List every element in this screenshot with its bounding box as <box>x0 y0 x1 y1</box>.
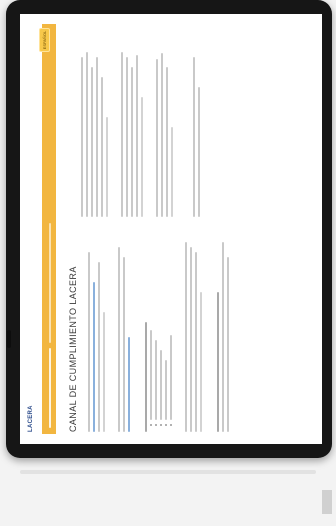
text-line <box>106 117 108 217</box>
list-item <box>165 227 167 426</box>
left-column: CANAL DE CUMPLIMIENTO LACERA <box>64 227 232 432</box>
text-line <box>150 330 152 420</box>
language-badge[interactable]: ESPAÑOL <box>39 28 50 52</box>
text-line <box>98 262 100 432</box>
text-line <box>156 59 158 217</box>
banner-link[interactable] <box>47 222 52 434</box>
site-header: LACERA <box>20 14 42 444</box>
text-line <box>155 340 157 420</box>
text-line <box>195 252 197 432</box>
text-line <box>222 242 224 432</box>
bullet-dot <box>170 424 172 426</box>
list-item <box>155 227 157 426</box>
text-line <box>193 57 195 217</box>
text-line <box>185 242 187 432</box>
bullet-dot <box>160 424 162 426</box>
link-line[interactable] <box>93 282 95 432</box>
text-line <box>121 52 123 217</box>
text-line <box>171 127 173 217</box>
web-page: LACERA ESPAÑOL CANAL DE CUMPLIMIENTO LAC… <box>20 14 322 444</box>
text-line <box>165 360 167 420</box>
tablet-device: LACERA ESPAÑOL CANAL DE CUMPLIMIENTO LAC… <box>6 0 332 458</box>
text-line <box>170 335 172 420</box>
link-line[interactable] <box>128 337 130 432</box>
text-line <box>96 57 98 217</box>
text-line <box>103 312 105 432</box>
list-item <box>170 227 172 426</box>
text-line <box>166 67 168 217</box>
text-line <box>190 247 192 432</box>
tablet-screen: LACERA ESPAÑOL CANAL DE CUMPLIMIENTO LAC… <box>20 14 322 444</box>
background-object <box>322 490 332 514</box>
text-line <box>227 257 229 432</box>
site-logo[interactable]: LACERA <box>28 405 34 432</box>
text-line <box>81 57 83 217</box>
text-line <box>101 77 103 217</box>
list-item <box>160 227 162 426</box>
text-line <box>118 247 120 432</box>
subheading-line <box>145 322 147 432</box>
text-line <box>198 87 200 217</box>
text-line <box>91 67 93 217</box>
device-shadow <box>20 470 316 474</box>
bullet-dot <box>155 424 157 426</box>
list-item <box>150 227 152 426</box>
text-line <box>126 57 128 217</box>
bullet-dot <box>150 424 152 426</box>
text-line <box>131 67 133 217</box>
page-title: CANAL DE CUMPLIMIENTO LACERA <box>68 266 78 432</box>
text-line <box>136 55 138 217</box>
page-content: CANAL DE CUMPLIMIENTO LACERA <box>56 14 232 444</box>
text-line <box>160 350 162 420</box>
subheading-line <box>217 292 219 432</box>
text-line <box>161 53 163 217</box>
bullet-dot <box>165 424 167 426</box>
banner-text-line <box>48 222 51 343</box>
yellow-banner: ESPAÑOL <box>39 24 56 434</box>
text-line <box>141 97 143 217</box>
text-line <box>88 252 90 432</box>
text-line <box>86 52 88 217</box>
text-line <box>123 257 125 432</box>
right-column <box>64 26 232 217</box>
text-line <box>200 292 202 432</box>
side-button <box>7 330 11 348</box>
banner-text-line <box>48 348 51 428</box>
